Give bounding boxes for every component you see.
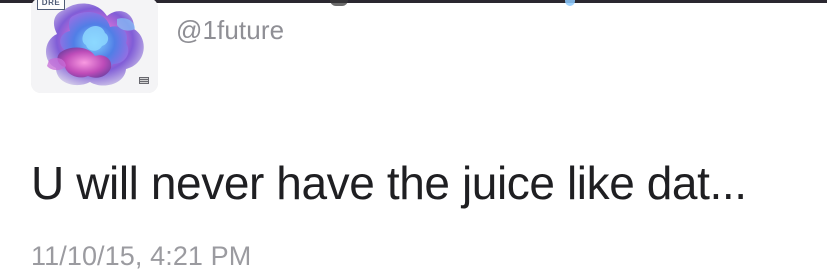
user-handle[interactable]: @1future	[176, 14, 284, 46]
verified-badge-icon	[565, 0, 575, 6]
album-art-image	[31, 0, 158, 93]
tweet-timestamp[interactable]: 11/10/15, 4:21 PM	[31, 239, 251, 273]
album-logo: DRE	[37, 0, 65, 10]
display-name-remnant	[330, 0, 348, 6]
tweet-text: U will never have the juice like dat...	[31, 157, 747, 209]
avatar[interactable]: DRE	[31, 0, 158, 93]
